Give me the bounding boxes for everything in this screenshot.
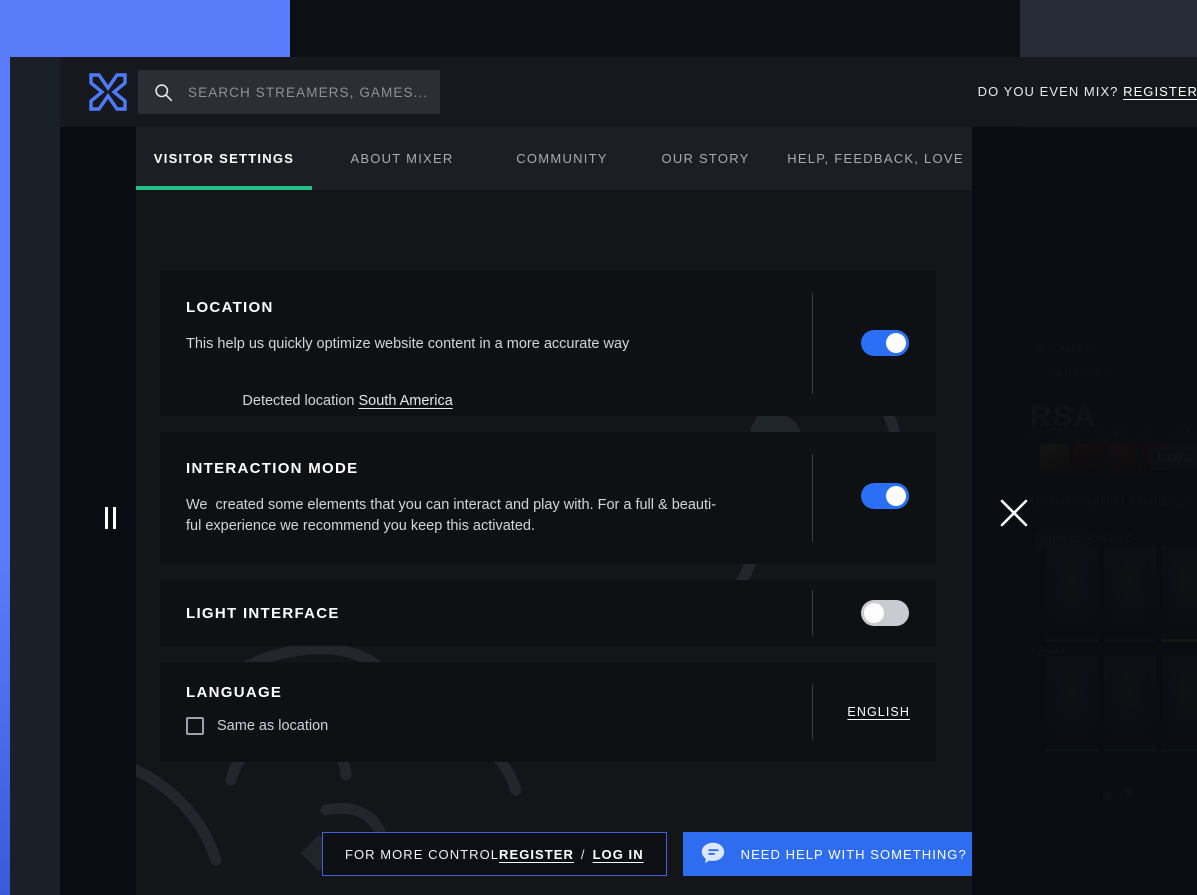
light-interface-card: LIGHT INTERFACE bbox=[160, 580, 936, 646]
location-detected-value[interactable]: South America bbox=[358, 393, 452, 409]
search-icon bbox=[138, 70, 188, 114]
close-icon[interactable] bbox=[997, 496, 1031, 530]
interaction-mode-divider bbox=[812, 454, 813, 542]
header-register-link[interactable]: REGISTER bbox=[1123, 84, 1197, 99]
light-interface-toggle[interactable] bbox=[861, 600, 909, 626]
modal-topbar: DO YOU EVEN MIX? REGISTER bbox=[60, 57, 1197, 127]
interaction-mode-title: INTERACTION MODE bbox=[186, 460, 359, 477]
language-same-as-location-row[interactable]: Same as location bbox=[186, 717, 906, 735]
tab-community[interactable]: COMMUNITY bbox=[492, 127, 632, 190]
background-blue-band bbox=[0, 0, 290, 57]
action-separator: / bbox=[580, 846, 586, 862]
location-detected-prefix: Detected location bbox=[242, 393, 359, 410]
chat-bubble-icon bbox=[699, 839, 727, 870]
more-control-prefix: FOR MORE CONTROL bbox=[345, 846, 500, 862]
settings-card-list: LOCATION This help us quickly optimize w… bbox=[160, 271, 936, 762]
interaction-mode-description: We created some elements that you can in… bbox=[186, 497, 717, 534]
language-title: LANGUAGE bbox=[186, 684, 283, 701]
language-divider bbox=[812, 684, 813, 740]
location-card: LOCATION This help us quickly optimize w… bbox=[160, 271, 936, 416]
interaction-mode-toggle[interactable] bbox=[861, 483, 909, 509]
light-interface-title: LIGHT INTERFACE bbox=[186, 604, 340, 622]
header-promo-text: DO YOU EVEN MIX? bbox=[977, 84, 1119, 99]
location-divider bbox=[812, 293, 813, 394]
mixer-logo[interactable] bbox=[87, 71, 129, 113]
tab-our-story[interactable]: OUR STORY bbox=[632, 127, 779, 190]
search-input[interactable] bbox=[188, 70, 440, 114]
location-detected: Detected location South America bbox=[186, 371, 806, 433]
tab-visitor-settings[interactable]: VISITOR SETTINGS bbox=[136, 127, 312, 190]
language-card: LANGUAGE Same as location ENGLISH bbox=[160, 662, 936, 762]
background-blue-edge bbox=[0, 0, 10, 895]
same-as-location-checkbox[interactable] bbox=[186, 717, 204, 735]
same-as-location-label: Same as location bbox=[217, 718, 329, 734]
need-help-label: NEED HELP WITH SOMETHING? bbox=[740, 846, 967, 862]
modal-body: LOCATION This help us quickly optimize w… bbox=[136, 190, 972, 895]
language-value[interactable]: ENGLISH bbox=[847, 705, 910, 719]
pause-icon[interactable] bbox=[96, 504, 124, 532]
login-link[interactable]: LOG IN bbox=[593, 847, 644, 862]
register-link[interactable]: REGISTER bbox=[499, 847, 574, 862]
location-title: LOCATION bbox=[186, 299, 274, 316]
need-help-button[interactable]: NEED HELP WITH SOMETHING? bbox=[682, 832, 972, 876]
visitor-settings-modal: DO YOU EVEN MIX? REGISTER VISITOR SETTIN… bbox=[60, 57, 1197, 895]
tab-help-feedback-love[interactable]: HELP, FEEDBACK, LOVE bbox=[779, 127, 972, 190]
interaction-mode-card: INTERACTION MODE We created some element… bbox=[160, 432, 936, 564]
more-control-button[interactable]: FOR MORE CONTROL REGISTER / LOG IN bbox=[322, 832, 667, 876]
screen-root: M GAMES / ARMORY RSA EE CARRY JUNGLER DU… bbox=[0, 0, 1197, 895]
modal-actions: FOR MORE CONTROL REGISTER / LOG IN NEED … bbox=[322, 832, 972, 876]
light-interface-divider bbox=[812, 590, 813, 636]
location-description: This help us quickly optimize website co… bbox=[186, 336, 630, 352]
search-box[interactable] bbox=[138, 70, 440, 114]
modal-tabs: VISITOR SETTINGS ABOUT MIXER COMMUNITY O… bbox=[136, 127, 972, 190]
tab-about-mixer[interactable]: ABOUT MIXER bbox=[312, 127, 492, 190]
location-toggle[interactable] bbox=[861, 330, 909, 356]
header-promo: DO YOU EVEN MIX? REGISTER bbox=[978, 84, 1197, 99]
